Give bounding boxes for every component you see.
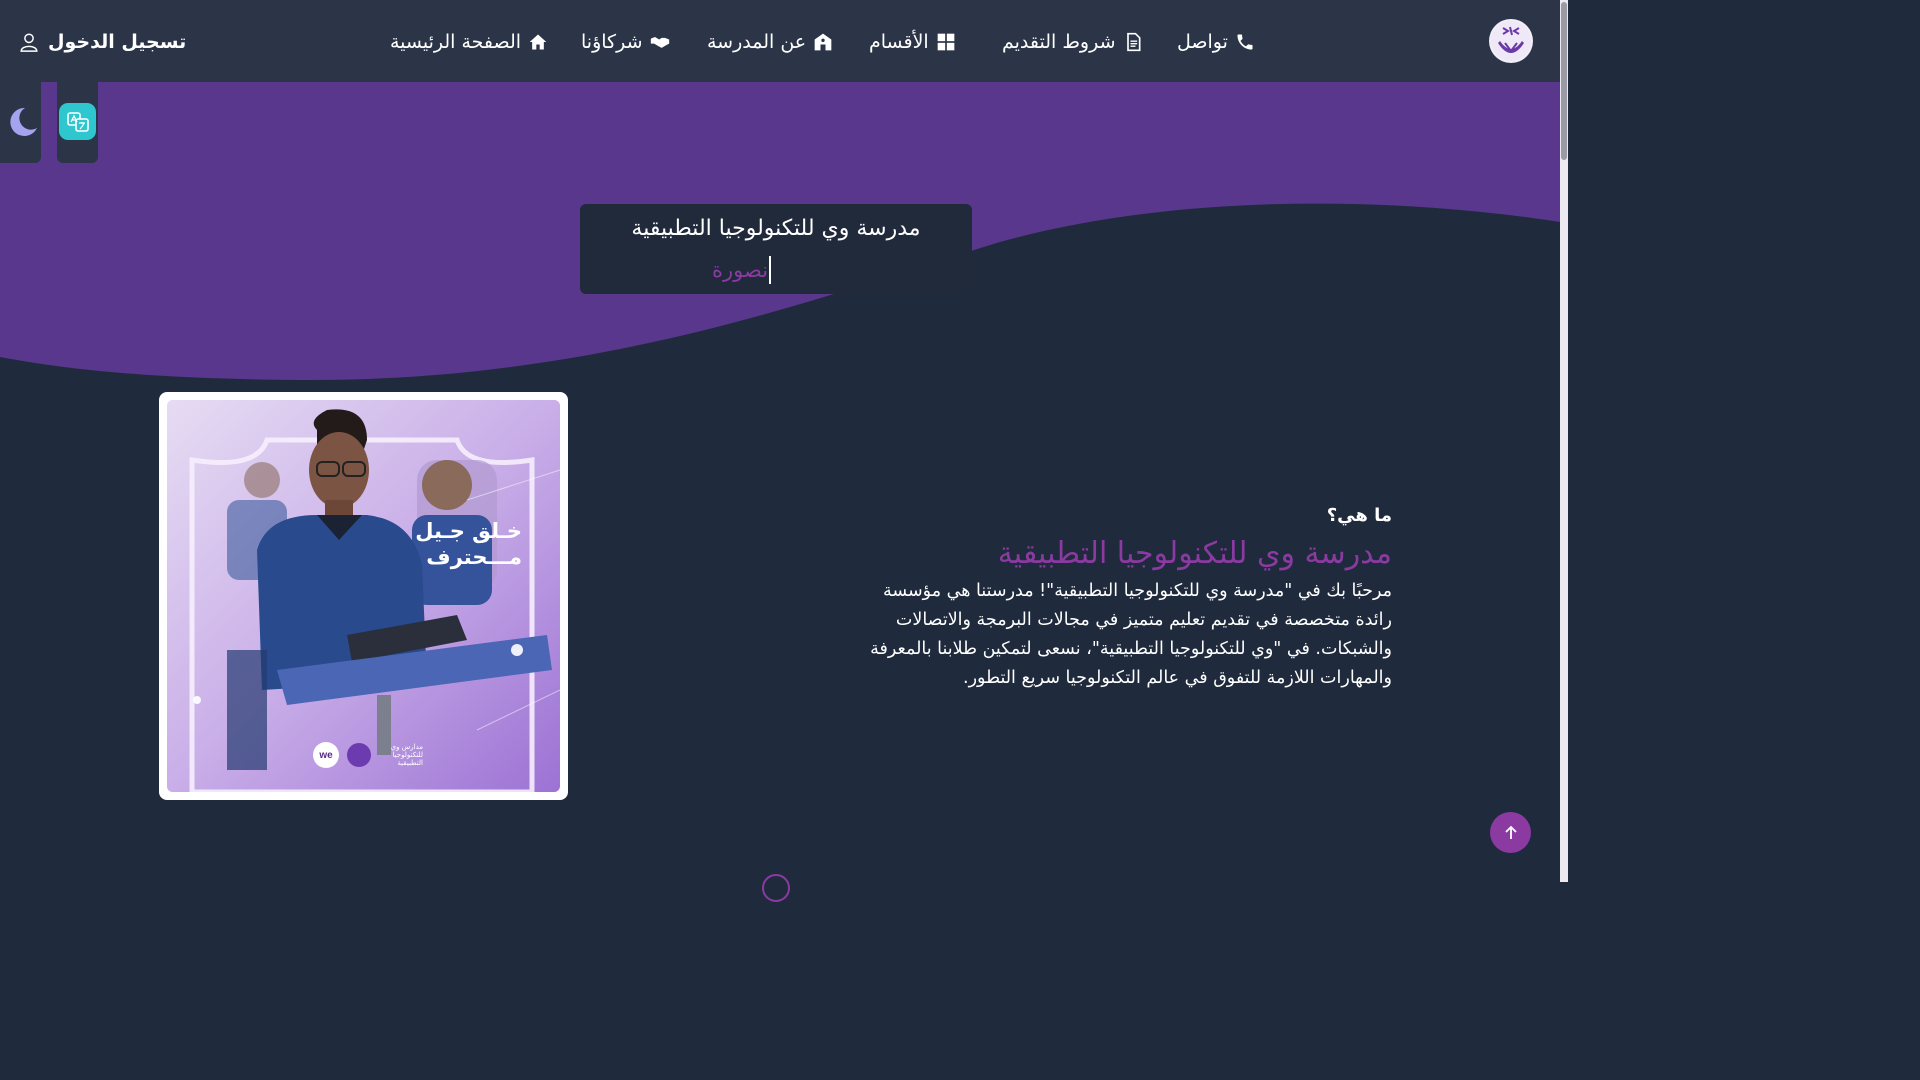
about-paragraph: مرحبًا بك في "مدرسة وي للتكنولوجيا التطب…: [870, 581, 1392, 688]
student-photo: خـلق جـيل مـــحترف we مدارس وي للتكنولوج…: [167, 400, 560, 792]
navbar: تواصل شروط التقديم الأقسام عن المدرسة شر…: [0, 0, 1560, 82]
home-icon: [529, 34, 547, 50]
nav-partners[interactable]: شركاؤنا: [581, 28, 670, 56]
theme-toggle-tab: [0, 82, 41, 163]
image-caption-line2: مـــحترف: [426, 545, 522, 569]
phone-icon: [1237, 34, 1253, 50]
moon-icon[interactable]: [3, 104, 39, 140]
hero-typed-text: نصورة: [712, 256, 771, 284]
nav-admission-requirements[interactable]: شروط التقديم: [1002, 28, 1143, 56]
school-logo-icon: [1491, 21, 1531, 61]
nav-about-school[interactable]: عن المدرسة: [707, 28, 833, 56]
about-question: ما هي؟: [1326, 505, 1392, 526]
about-section: ما هي؟ مدرسة وي للتكنولوجيا التطبيقية مر…: [852, 505, 1392, 693]
nav-partners-label: شركاؤنا: [581, 31, 643, 53]
nav-contact[interactable]: تواصل: [1177, 28, 1255, 56]
document-icon: [1126, 32, 1141, 52]
login-button[interactable]: تسجيل الدخول: [18, 28, 186, 56]
nav-about-label: عن المدرسة: [707, 31, 807, 53]
we-logo: we: [313, 742, 339, 768]
nav-home-label: الصفحة الرئيسية: [390, 31, 522, 53]
user-icon: [20, 33, 38, 52]
school-image-card: خـلق جـيل مـــحترف we مدارس وي للتكنولوج…: [159, 392, 568, 800]
translate-icon: [66, 111, 89, 132]
scroll-to-top-button[interactable]: [1490, 812, 1531, 853]
scrollbar-thumb[interactable]: [1561, 2, 1567, 160]
hero-title: مدرسة وي للتكنولوجيا التطبيقية: [631, 216, 921, 241]
nav-admission-label: شروط التقديم: [1002, 31, 1116, 53]
nav-contact-label: تواصل: [1177, 31, 1228, 53]
page-scrollbar[interactable]: [1560, 0, 1568, 882]
school-mini-logo-text: مدارس وي للتكنولوجيا التطبيقية: [390, 743, 423, 767]
image-caption: خـلق جـيل مـــحترف: [412, 518, 522, 570]
about-heading: مدرسة وي للتكنولوجيا التطبيقية: [997, 536, 1392, 571]
scroll-indicator[interactable]: [762, 874, 790, 902]
hero-title-card: مدرسة وي للتكنولوجيا التطبيقية نصورة: [580, 204, 972, 294]
image-caption-line1: خـلق جـيل: [415, 519, 522, 543]
typing-caret: [769, 256, 771, 284]
image-logos: we مدارس وي للتكنولوجيا التطبيقية: [313, 742, 423, 768]
arrow-up-icon: [1504, 825, 1517, 839]
translate-button[interactable]: [59, 103, 96, 140]
school-icon: [814, 33, 832, 51]
school-mini-logo-icon: [347, 743, 371, 767]
student-photo-illustration: [167, 400, 560, 792]
handshake-icon: [650, 37, 669, 48]
nav-home[interactable]: الصفحة الرئيسية: [390, 28, 548, 56]
language-toggle-tab: [57, 82, 98, 163]
nav-departments[interactable]: الأقسام: [869, 28, 956, 56]
school-logo[interactable]: [1489, 19, 1533, 63]
nav-departments-label: الأقسام: [869, 31, 929, 53]
login-label: تسجيل الدخول: [48, 31, 187, 53]
hero-typed-label: نصورة: [712, 258, 769, 282]
grid-icon: [937, 33, 955, 51]
